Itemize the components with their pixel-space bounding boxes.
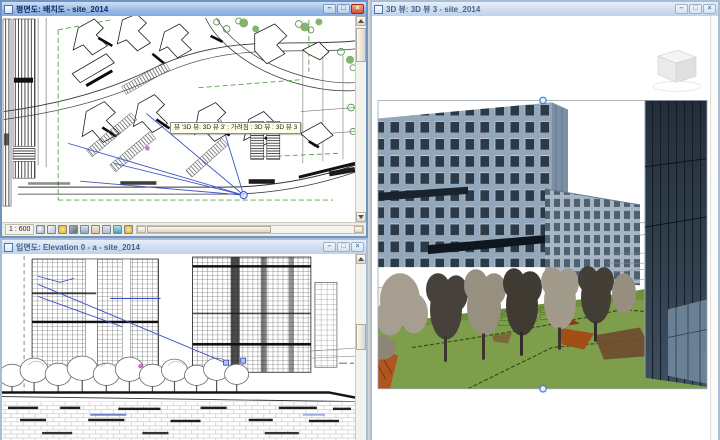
detail-level-icon[interactable] <box>36 225 45 234</box>
close-button[interactable]: × <box>351 4 364 14</box>
three-d-vertical-scrollbar[interactable] <box>710 16 718 440</box>
elevation-trees <box>2 356 249 392</box>
elevation-drawing <box>2 254 355 440</box>
plan-view-control-bar: 1 : 600 <box>2 222 366 236</box>
plan-window-titlebar[interactable]: 평면도: 배치도 - site_2014 – □ × <box>2 2 366 16</box>
maximize-button[interactable]: □ <box>337 242 350 252</box>
elevation-window-title: 입면도: Elevation 0 - a - site_2014 <box>16 242 320 253</box>
crop-handle-bottom[interactable] <box>540 386 546 392</box>
scroll-up-arrow[interactable] <box>356 16 366 26</box>
view-scale-button[interactable]: 1 : 600 <box>5 224 34 235</box>
three-d-view-window: 3D 뷰: 3D 뷰 3 - site_2014 – □ × <box>370 0 720 440</box>
revit-workspace: 평면도: 배치도 - site_2014 – □ × <box>0 0 720 440</box>
site-plan-drawing <box>2 16 355 222</box>
three-d-window-titlebar[interactable]: 3D 뷰: 3D 뷰 3 - site_2014 – □ × <box>372 2 718 16</box>
elevation-ground <box>2 392 355 440</box>
scroll-thumb[interactable] <box>147 226 271 233</box>
element-tooltip: 뷰 '3D 뷰: 3D 뷰 3' : 가려짐 : 3D 뷰 : 3D 뷰 3 <box>170 122 301 134</box>
elevation-viewport[interactable] <box>2 254 355 440</box>
plan-view-window: 평면도: 배치도 - site_2014 – □ × <box>0 0 368 238</box>
shadows-icon[interactable] <box>69 225 78 234</box>
minimize-button[interactable]: – <box>323 4 336 14</box>
elevation-window-titlebar[interactable]: 입면도: Elevation 0 - a - site_2014 – □ × <box>2 240 366 254</box>
reveal-hidden-elements-icon[interactable] <box>124 225 133 234</box>
plan-horizontal-scrollbar[interactable] <box>136 225 364 234</box>
sun-path-icon[interactable] <box>58 225 67 234</box>
plan-left-structures <box>3 19 35 206</box>
minimize-button[interactable]: – <box>675 4 688 14</box>
viewcube[interactable] <box>653 50 701 91</box>
visual-style-icon[interactable] <box>47 225 56 234</box>
elevation-towers <box>32 257 355 372</box>
three-d-window-title: 3D 뷰: 3D 뷰 3 - site_2014 <box>386 4 672 15</box>
close-button[interactable]: × <box>703 4 716 14</box>
three-d-scene <box>372 16 710 440</box>
site-plan-viewport[interactable]: 뷰 '3D 뷰: 3D 뷰 3' : 가려짐 : 3D 뷰 : 3D 뷰 3 <box>2 16 355 222</box>
building-right[interactable] <box>645 100 707 386</box>
maximize-button[interactable]: □ <box>689 4 702 14</box>
view-document-icon <box>4 243 13 252</box>
plan-vertical-scrollbar[interactable] <box>355 16 366 222</box>
scroll-thumb[interactable] <box>356 28 366 62</box>
view-document-icon <box>374 5 383 14</box>
three-d-viewport[interactable] <box>372 16 710 440</box>
scroll-thumb[interactable] <box>356 324 366 350</box>
temporary-hide-isolate-icon[interactable] <box>113 225 122 234</box>
scroll-right-arrow[interactable] <box>354 226 363 233</box>
maximize-button[interactable]: □ <box>337 4 350 14</box>
elevation-vertical-scrollbar[interactable] <box>355 254 366 440</box>
plan-window-title: 평면도: 배치도 - site_2014 <box>16 4 320 15</box>
scroll-down-arrow[interactable] <box>356 212 366 222</box>
minimize-button[interactable]: – <box>323 242 336 252</box>
elevation-view-window: 입면도: Elevation 0 - a - site_2014 – □ × <box>0 238 368 440</box>
scroll-left-arrow[interactable] <box>137 226 146 233</box>
scroll-up-arrow[interactable] <box>356 254 366 264</box>
view-document-icon <box>4 5 13 14</box>
building-left[interactable] <box>378 102 568 267</box>
rendering-dialog-icon[interactable] <box>80 225 89 234</box>
crop-view-icon[interactable] <box>91 225 100 234</box>
show-crop-region-icon[interactable] <box>102 225 111 234</box>
crop-handle-top[interactable] <box>540 97 546 103</box>
close-button[interactable]: × <box>351 242 364 252</box>
